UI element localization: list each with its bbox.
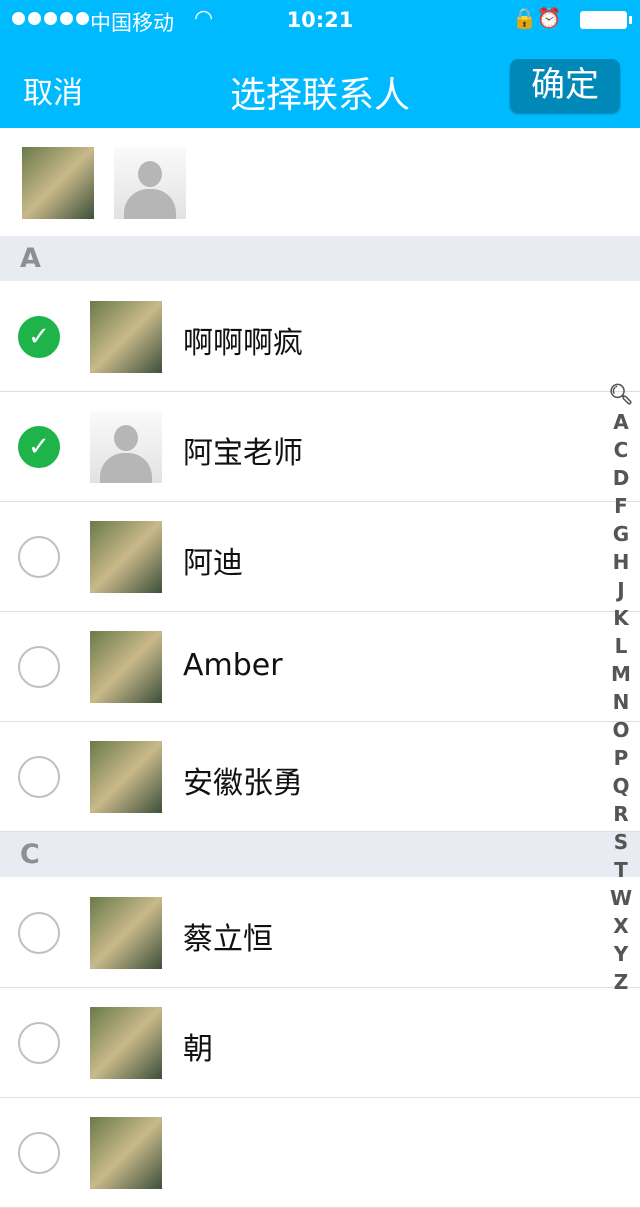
section-header: A [0,236,640,281]
avatar [90,897,162,969]
index-letter[interactable]: F [608,492,634,520]
avatar [90,1117,162,1189]
index-letter[interactable]: O [608,716,634,744]
index-letter[interactable]: J [608,576,634,604]
unchecked-circle[interactable] [18,912,60,954]
index-letter[interactable]: C [608,436,634,464]
contact-row[interactable]: ✓ 阿宝老师 [0,392,640,502]
index-letter[interactable]: R [608,800,634,828]
contact-name: Amber [183,648,283,683]
avatar [90,631,162,703]
index-letter[interactable]: N [608,688,634,716]
index-letter[interactable]: M [608,660,634,688]
unchecked-circle[interactable] [18,1132,60,1174]
contact-name: 阿宝老师 [183,436,303,471]
alphabet-index[interactable]: 🔍︎ ACDFGHJKLMNOPQRSTWXYZ [608,380,634,996]
selected-avatar[interactable] [22,147,94,219]
contact-name: 朝 [183,1032,213,1067]
cancel-button[interactable]: 取消 [23,68,83,112]
index-letter[interactable]: D [608,464,634,492]
checked-icon[interactable]: ✓ [18,426,60,468]
index-letter[interactable]: Q [608,772,634,800]
contact-row[interactable]: ✓ 啊啊啊疯 [0,282,640,392]
index-letter[interactable]: T [608,856,634,884]
index-letter[interactable]: K [608,604,634,632]
index-letter[interactable]: Z [608,968,634,996]
contact-name: 啊啊啊疯 [183,326,303,361]
header: 中国移动 ◠ 10:21 🔒⏰ 取消 选择联系人 确定 [0,0,640,128]
unchecked-circle[interactable] [18,756,60,798]
contact-row[interactable]: 朝 [0,988,640,1098]
search-icon[interactable]: 🔍︎ [608,380,634,408]
unchecked-circle[interactable] [18,646,60,688]
contact-row[interactable]: 阿迪 [0,502,640,612]
contact-name: 蔡立恒 [183,922,273,957]
index-letter[interactable]: W [608,884,634,912]
avatar [90,411,162,483]
avatar [90,1007,162,1079]
index-letter[interactable]: H [608,548,634,576]
contact-row[interactable]: 安徽张勇 [0,722,640,832]
index-letter[interactable]: L [608,632,634,660]
checked-icon[interactable]: ✓ [18,316,60,358]
selected-avatar[interactable] [114,147,186,219]
status-bar: 中国移动 ◠ 10:21 🔒⏰ [0,0,640,40]
index-letter[interactable]: P [608,744,634,772]
index-letter[interactable]: A [608,408,634,436]
battery-icon [580,11,632,29]
selected-contacts-bar [0,128,640,236]
index-letter[interactable]: S [608,828,634,856]
contact-row[interactable]: Amber [0,612,640,722]
index-letter[interactable]: X [608,912,634,940]
confirm-button[interactable]: 确定 [510,59,620,112]
avatar [90,521,162,593]
contact-row[interactable]: 蔡立恒 [0,878,640,988]
contact-name: 安徽张勇 [183,766,303,801]
index-letter[interactable]: Y [608,940,634,968]
unchecked-circle[interactable] [18,536,60,578]
avatar [90,741,162,813]
rotation-lock-alarm-icon: 🔒⏰ [512,6,562,30]
section-header: C [0,832,640,877]
index-letter[interactable]: G [608,520,634,548]
unchecked-circle[interactable] [18,1022,60,1064]
avatar [90,301,162,373]
contact-name: 阿迪 [183,546,243,581]
contact-row[interactable] [0,1098,640,1208]
